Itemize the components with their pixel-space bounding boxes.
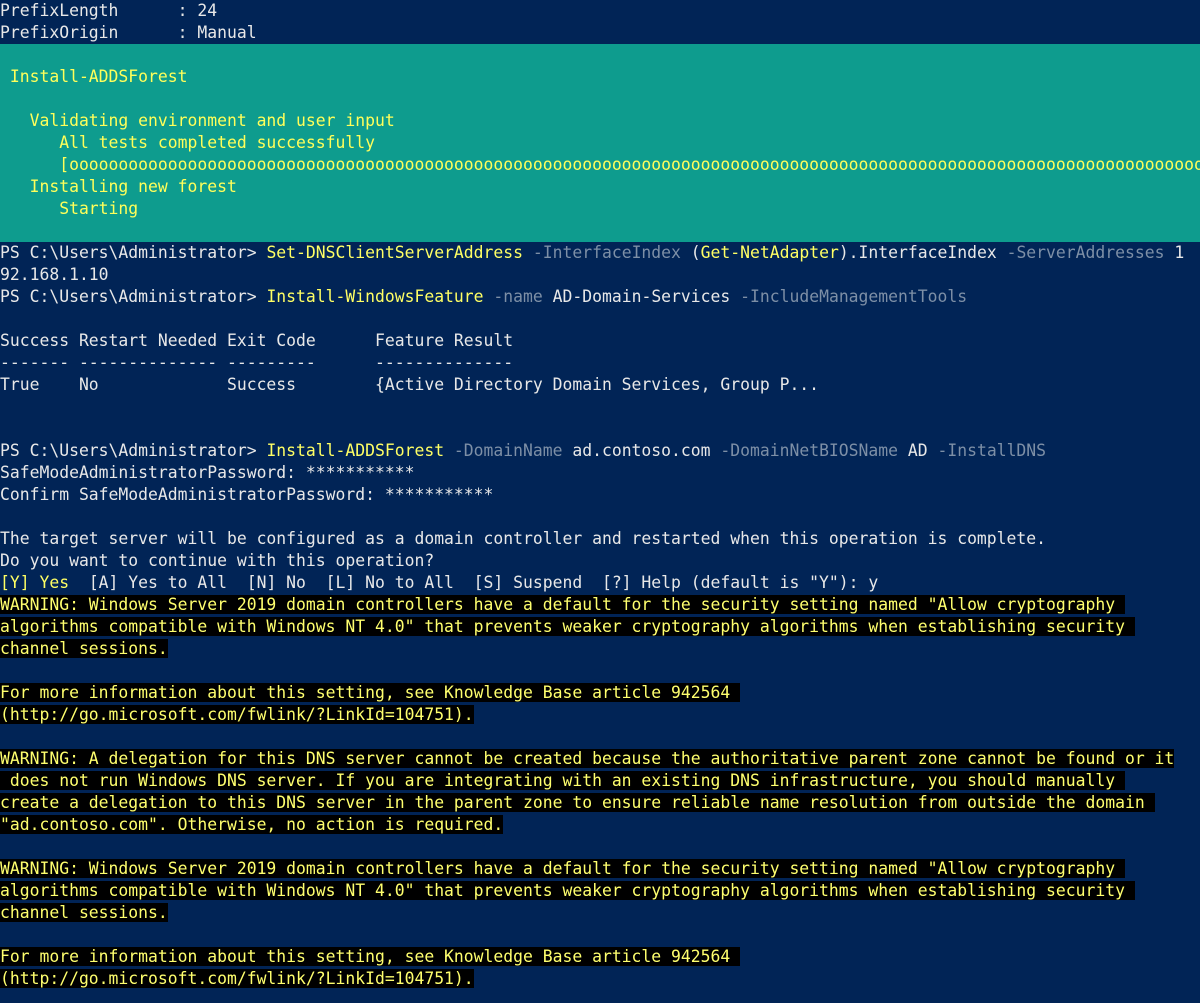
warning-text: does not run Windows DNS server. If you … [0, 771, 1125, 790]
warning-text: channel sessions. [0, 639, 168, 658]
choice-yes: [Y] Yes [0, 573, 70, 592]
argument: AD-Domain-Services [542, 287, 731, 306]
warning-line: For more information about this setting,… [0, 946, 1200, 968]
choice-others: [A] Yes to All [N] No [L] No to All [S] … [69, 573, 879, 592]
warning-text: channel sessions. [0, 903, 168, 922]
warning-text: WARNING: Windows Server 2019 domain cont… [0, 859, 1125, 878]
warning-line: "ad.contoso.com". Otherwise, no action i… [0, 814, 1200, 836]
command-line-set-dns: PS C:\Users\Administrator> Set-DNSClient… [0, 242, 1200, 264]
confirmation-notice: The target server will be configured as … [0, 529, 1047, 548]
argument: ( [680, 243, 701, 262]
warning-text: algorithms compatible with Windows NT 4.… [0, 617, 1135, 636]
argument: ad.contoso.com [562, 441, 711, 460]
warning-text: For more information about this setting,… [0, 947, 741, 966]
prompt: PS C:\Users\Administrator> [0, 287, 267, 306]
warning-text: (http://go.microsoft.com/fwlink/?LinkId=… [0, 705, 474, 724]
warning-line: does not run Windows DNS server. If you … [0, 770, 1200, 792]
table-rule: ------- -------------- --------- -------… [0, 353, 514, 372]
warning-line: For more information about this setting,… [0, 682, 1200, 704]
confirmation-question: Do you want to continue with this operat… [0, 551, 435, 570]
warning-line: WARNING: Windows Server 2019 domain cont… [0, 594, 1200, 616]
argument: ).InterfaceIndex [838, 243, 997, 262]
warning-text: (http://go.microsoft.com/fwlink/?LinkId=… [0, 969, 474, 988]
confirm-password-prompt: Confirm SafeModeAdministratorPassword: *… [0, 485, 494, 504]
warning-text: "ad.contoso.com". Otherwise, no action i… [0, 815, 504, 834]
prompt: PS C:\Users\Administrator> [0, 243, 267, 262]
output-prefix-origin: PrefixOrigin : Manual [0, 23, 257, 42]
warning-line: algorithms compatible with Windows NT 4.… [0, 616, 1200, 638]
output-prefix-length: PrefixLength : 24 [0, 1, 218, 20]
warning-text: algorithms compatible with Windows NT 4.… [0, 881, 1135, 900]
progress-activity: Install-ADDSForest [0, 67, 188, 86]
warning-line: (http://go.microsoft.com/fwlink/?LinkId=… [0, 704, 1200, 726]
cmdlet-name: Get-NetAdapter [700, 243, 839, 262]
progress-status-validating-detail: All tests completed successfully [0, 133, 375, 152]
warning-text: create a delegation to this DNS server i… [0, 793, 1155, 812]
table-row: True No Success {Active Directory Domain… [0, 375, 820, 394]
progress-panel: Install-ADDSForest Validating environmen… [0, 44, 1200, 242]
progress-bar: [ooooooooooooooooooooooooooooooooooooooo… [0, 155, 1200, 174]
safe-mode-password-prompt: SafeModeAdministratorPassword: *********… [0, 463, 415, 482]
progress-status-validating: Validating environment and user input [0, 111, 395, 130]
command-line-install-forest: PS C:\Users\Administrator> Install-ADDSF… [0, 440, 1200, 462]
argument: 1 [1164, 243, 1185, 262]
cmdlet-name: Install-WindowsFeature [266, 287, 484, 306]
parameter: -IncludeManagementTools [730, 287, 968, 306]
table-header: Success Restart Needed Exit Code Feature… [0, 331, 514, 350]
powershell-console[interactable]: PrefixLength : 24 PrefixOrigin : Manual … [0, 0, 1200, 1003]
warning-line: WARNING: A delegation for this DNS serve… [0, 748, 1200, 770]
warning-line: (http://go.microsoft.com/fwlink/?LinkId=… [0, 968, 1200, 990]
cmdlet-name: Set-DNSClientServerAddress [266, 243, 524, 262]
parameter: -DomainNetBIOSName [710, 441, 899, 460]
command-line-wrap: 92.168.1.10 [0, 265, 109, 284]
parameter: -DomainName [444, 441, 563, 460]
parameter: -InstallDNS [927, 441, 1047, 460]
warning-text: WARNING: A delegation for this DNS serve… [0, 749, 1175, 768]
prompt: PS C:\Users\Administrator> [0, 441, 267, 460]
parameter: -InterfaceIndex [523, 243, 681, 262]
warning-text: For more information about this setting,… [0, 683, 741, 702]
progress-status-installing: Installing new forest [0, 177, 237, 196]
warning-line: WARNING: Windows Server 2019 domain cont… [0, 858, 1200, 880]
progress-status-installing-detail: Starting [0, 199, 139, 218]
warning-line: channel sessions. [0, 902, 1200, 924]
warning-line: create a delegation to this DNS server i… [0, 792, 1200, 814]
command-line-install-feature: PS C:\Users\Administrator> Install-Windo… [0, 286, 1200, 308]
parameter: -ServerAddresses [996, 243, 1165, 262]
argument: AD [898, 441, 928, 460]
warning-line: algorithms compatible with Windows NT 4.… [0, 880, 1200, 902]
warning-text: WARNING: Windows Server 2019 domain cont… [0, 595, 1125, 614]
parameter: -name [483, 287, 543, 306]
confirmation-choices: [Y] Yes [A] Yes to All [N] No [L] No to … [0, 572, 1200, 594]
warning-line: channel sessions. [0, 638, 1200, 660]
cmdlet-name: Install-ADDSForest [266, 441, 445, 460]
